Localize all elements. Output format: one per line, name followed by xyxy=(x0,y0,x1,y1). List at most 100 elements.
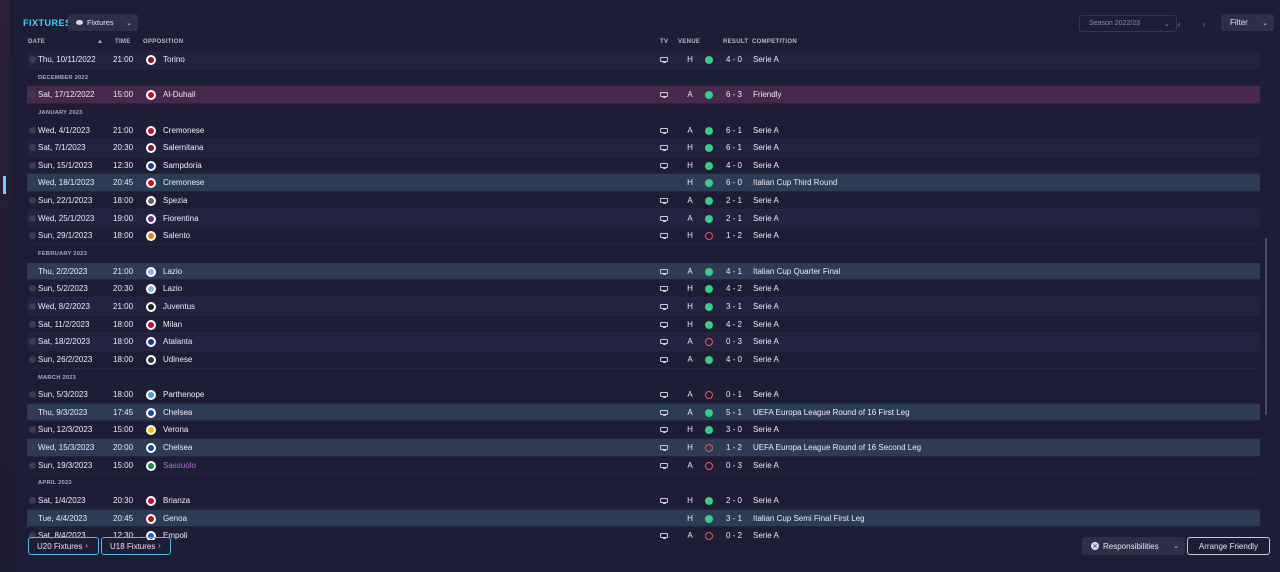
club-badge-icon xyxy=(146,460,156,471)
fixture-score[interactable]: 5 - 1 xyxy=(726,408,742,417)
fixture-competition: Serie A xyxy=(753,531,779,540)
win-indicator-icon xyxy=(705,161,713,170)
fixtures-view-dropdown[interactable]: Fixtures ⌄ xyxy=(68,14,138,31)
fixture-row[interactable]: Wed, 15/3/2023 20:00 Chelsea H 1 - 2 UEFA Eur… xyxy=(27,439,1260,457)
fixture-row[interactable]: Wed, 25/1/2023 19:00 Fiorentina A 2 - 1 Serie… xyxy=(27,209,1260,228)
fixture-row[interactable]: Wed, 8/2/2023 21:00 Juventus H 3 - 1 Serie A xyxy=(27,297,1260,316)
fixture-score[interactable]: 2 - 1 xyxy=(726,214,742,223)
fixture-score[interactable]: 1 - 2 xyxy=(726,443,742,452)
fixture-row[interactable]: Tue, 4/4/2023 20:45 Genoa H 3 - 1 Italian Cup… xyxy=(27,509,1260,528)
fixture-row[interactable]: Sat, 1/4/2023 20:30 Brianza H 2 - 0 Serie A xyxy=(27,492,1260,510)
responsibilities-button[interactable]: ✕ Responsibilities ⌄ xyxy=(1082,537,1185,555)
fixture-score[interactable]: 0 - 1 xyxy=(726,390,742,399)
fixture-row[interactable]: Sun, 29/1/2023 18:00 Salento H 1 - 2 Serie A xyxy=(27,227,1260,246)
opposition-link[interactable]: Lazio xyxy=(163,267,182,276)
opposition-link[interactable]: Verona xyxy=(163,425,188,434)
column-header-opposition[interactable]: OPPOSITION xyxy=(143,39,183,45)
sort-ascending-icon[interactable]: ▲ xyxy=(97,39,103,45)
fixture-row[interactable]: Thu, 10/11/2022 21:00 Torino H 4 - 0 Serie A xyxy=(27,51,1260,69)
opposition-link[interactable]: Fiorentina xyxy=(163,214,199,223)
fixture-score[interactable]: 0 - 3 xyxy=(726,337,742,346)
opposition-link[interactable]: Brianza xyxy=(163,496,190,505)
fixture-score[interactable]: 6 - 1 xyxy=(726,143,742,152)
opposition-link[interactable]: Juventus xyxy=(163,302,195,311)
club-badge-icon xyxy=(146,143,156,154)
column-header-time[interactable]: TIME xyxy=(115,39,131,45)
fixture-score[interactable]: 3 - 1 xyxy=(726,514,742,523)
column-header-competition[interactable]: COMPETITION xyxy=(752,39,797,45)
opposition-link[interactable]: Sampdoria xyxy=(163,161,202,170)
fixture-score[interactable]: 3 - 0 xyxy=(726,425,742,434)
arrange-friendly-button[interactable]: Arrange Friendly xyxy=(1187,537,1270,555)
fixture-row[interactable]: Sat, 11/2/2023 18:00 Milan H 4 - 2 Serie A xyxy=(27,316,1260,334)
fixture-row[interactable]: Wed, 18/1/2023 20:45 Cremonese H 6 - 0 Italia… xyxy=(27,174,1260,193)
opposition-link[interactable]: Chelsea xyxy=(163,443,192,452)
opposition-link[interactable]: Salernitana xyxy=(163,143,203,152)
fixture-score[interactable]: 2 - 1 xyxy=(726,196,742,205)
fixture-competition: Italian Cup Quarter Final xyxy=(753,266,841,276)
opposition-link[interactable]: Cremonese xyxy=(163,178,204,187)
fixture-score[interactable]: 6 - 1 xyxy=(726,126,742,135)
fixture-time: 18:00 xyxy=(113,354,134,364)
opposition-link[interactable]: Spezia xyxy=(163,196,187,205)
fixture-row[interactable]: Sun, 12/3/2023 15:00 Verona H 3 - 0 Serie A xyxy=(27,421,1260,440)
opposition-link[interactable]: Genoa xyxy=(163,514,187,523)
u20-fixtures-button[interactable]: U20 Fixtures › xyxy=(28,537,99,555)
fixture-score[interactable]: 1 - 2 xyxy=(726,231,742,240)
tv-icon xyxy=(660,462,668,469)
fixture-score[interactable]: 4 - 2 xyxy=(726,320,742,329)
fixture-row[interactable]: Sun, 5/3/2023 18:00 Parthenope A 0 - 1 Serie … xyxy=(27,386,1260,404)
win-indicator-icon xyxy=(705,197,713,206)
fixture-score[interactable]: 0 - 3 xyxy=(726,461,742,470)
fixture-score[interactable]: 6 - 0 xyxy=(726,178,742,187)
fixture-score[interactable]: 6 - 3 xyxy=(726,90,742,99)
fixture-score[interactable]: 4 - 0 xyxy=(726,55,742,64)
next-season-button[interactable]: › xyxy=(1193,15,1215,32)
column-header-date[interactable]: DATE xyxy=(28,39,45,45)
fixture-score[interactable]: 4 - 0 xyxy=(726,161,742,170)
scrollbar[interactable] xyxy=(1265,238,1267,415)
column-header-result[interactable]: RESULT xyxy=(723,39,748,45)
fixture-score[interactable]: 4 - 0 xyxy=(726,355,742,364)
fixture-score[interactable]: 4 - 1 xyxy=(726,267,742,276)
win-indicator-icon xyxy=(705,426,713,435)
fixture-row[interactable]: Sun, 19/3/2023 15:00 Sassuolo A 0 - 3 Serie A xyxy=(27,457,1260,475)
previous-season-button[interactable]: ‹ xyxy=(1168,15,1190,32)
fixture-row[interactable]: Sat, 7/1/2023 20:30 Salernitana H 6 - 1 Serie… xyxy=(27,139,1260,157)
u18-fixtures-button[interactable]: U18 Fixtures › xyxy=(101,537,171,555)
opposition-link[interactable]: Milan xyxy=(163,320,182,329)
fixture-row[interactable]: Sat, 17/12/2022 15:00 Al-Duhail A 6 - 3 Frien… xyxy=(27,86,1260,104)
fixture-score[interactable]: 0 - 2 xyxy=(726,531,742,540)
column-header-venue[interactable]: VENUE xyxy=(678,39,700,45)
fixture-row[interactable]: Sun, 15/1/2023 12:30 Sampdoria H 4 - 0 Serie … xyxy=(27,157,1260,175)
fixture-row[interactable]: Thu, 9/3/2023 17:45 Chelsea A 5 - 1 UEFA Euro… xyxy=(27,403,1260,422)
opposition-link[interactable]: Torino xyxy=(163,55,185,64)
fixture-row[interactable]: Sun, 22/1/2023 18:00 Spezia A 2 - 1 Serie A xyxy=(27,192,1260,210)
opposition-link[interactable]: Chelsea xyxy=(163,408,192,417)
opposition-link[interactable]: Atalanta xyxy=(163,337,192,346)
fixture-row[interactable]: Sun, 26/2/2023 18:00 Udinese A 4 - 0 Serie A xyxy=(27,351,1260,369)
fixture-score[interactable]: 2 - 0 xyxy=(726,496,742,505)
opposition-link[interactable]: Al-Duhail xyxy=(163,90,195,99)
opposition-link[interactable]: Parthenope xyxy=(163,390,204,399)
opposition-link[interactable]: Sassuolo xyxy=(163,461,196,470)
fixture-row[interactable]: Sat, 8/4/2023 12:30 Empoli A 0 - 2 Serie A xyxy=(27,527,1260,540)
fixture-row[interactable]: Wed, 4/1/2023 21:00 Cremonese A 6 - 1 Serie A xyxy=(27,122,1260,140)
opposition-link[interactable]: Cremonese xyxy=(163,126,204,135)
win-indicator-icon xyxy=(705,302,713,311)
fixture-score[interactable]: 4 - 2 xyxy=(726,284,742,293)
loss-indicator-icon xyxy=(705,232,713,241)
fixture-date: Wed, 15/3/2023 xyxy=(38,443,95,453)
season-dropdown[interactable]: Season 2022/23 ⌄ xyxy=(1079,15,1177,32)
opposition-link[interactable]: Salento xyxy=(163,231,190,240)
fixture-score[interactable]: 3 - 1 xyxy=(726,302,742,311)
fixture-row[interactable]: Thu, 2/2/2023 21:00 Lazio A 4 - 1 Italian Cup… xyxy=(27,262,1260,281)
chevron-down-icon: ⌄ xyxy=(1173,543,1179,550)
filter-button[interactable]: Filter ⌄ xyxy=(1221,14,1274,31)
fixture-row[interactable]: Sat, 18/2/2023 18:00 Atalanta A 0 - 3 Serie A xyxy=(27,333,1260,351)
fixture-row[interactable]: Sun, 5/2/2023 20:30 Lazio H 4 - 2 Serie A xyxy=(27,280,1260,298)
opposition-link[interactable]: Lazio xyxy=(163,284,182,293)
column-header-tv[interactable]: TV xyxy=(660,39,668,45)
opposition-link[interactable]: Udinese xyxy=(163,355,192,364)
fixture-venue: H xyxy=(687,231,693,241)
